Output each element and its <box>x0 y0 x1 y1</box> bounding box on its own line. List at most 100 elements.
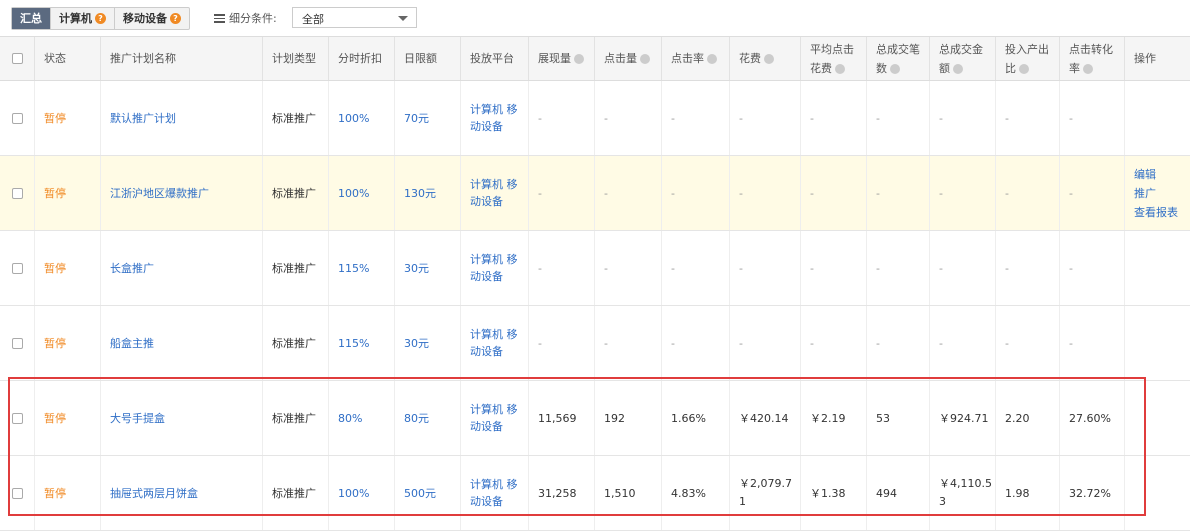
row-checkbox[interactable] <box>11 412 23 424</box>
help-icon[interactable] <box>640 53 650 64</box>
cell-daily-limit: 80元 <box>394 381 460 455</box>
cvr-value: - <box>1069 261 1073 275</box>
ctr-value: - <box>671 261 675 275</box>
discount-link[interactable]: 100% <box>338 112 369 125</box>
help-icon[interactable] <box>707 53 717 64</box>
platform-link[interactable]: 计算机 移动设备 <box>470 176 518 210</box>
cell-operations <box>1124 456 1190 530</box>
ctr-value: 4.83% <box>671 486 706 500</box>
status-text[interactable]: 暂停 <box>44 485 66 501</box>
header-label: 花费 <box>739 52 761 65</box>
gmv-line1: ￥4,110.5 <box>939 477 992 490</box>
plan-name-link[interactable]: 长盒推广 <box>110 260 154 276</box>
impressions-value: 31,258 <box>538 486 577 500</box>
cell-platform: 计算机 移动设备 <box>460 81 528 155</box>
cell-plan-type: 标准推广 <box>262 456 328 530</box>
platform-link[interactable]: 计算机 移动设备 <box>470 401 518 435</box>
cell-orders: 53 <box>866 381 929 455</box>
table-header: 状态 推广计划名称 计划类型 分时折扣 日限额 投放平台 展现量 点击量 点击率 花费 平均点击 花费… <box>0 36 1190 81</box>
help-icon[interactable]: ? <box>95 13 106 24</box>
cell-cvr: - <box>1059 306 1124 380</box>
help-icon[interactable] <box>890 63 900 74</box>
row-checkbox[interactable] <box>11 112 23 124</box>
orders-value: 494 <box>876 486 897 500</box>
cell-orders: - <box>866 306 929 380</box>
filter-select[interactable]: 全部 <box>292 7 417 28</box>
cell-gmv: - <box>929 81 995 155</box>
promote-link[interactable]: 推广 <box>1134 184 1156 203</box>
row-checkbox[interactable] <box>11 337 23 349</box>
row-checkbox[interactable] <box>11 262 23 274</box>
header-label: 点击率 <box>671 52 704 65</box>
table-row: 暂停 长盒推广 标准推广 115% 30元 计算机 移动设备 - - - - - - - - - <box>0 231 1190 306</box>
help-icon[interactable] <box>574 53 584 64</box>
help-icon[interactable] <box>835 63 845 74</box>
discount-link[interactable]: 100% <box>338 187 369 200</box>
platform-link[interactable]: 计算机 移动设备 <box>470 476 518 510</box>
plan-name-link[interactable]: 默认推广计划 <box>110 110 176 126</box>
clicks-value: - <box>604 261 608 275</box>
help-icon[interactable] <box>764 53 774 64</box>
limit-link[interactable]: 30元 <box>404 335 429 351</box>
cell-platform: 计算机 移动设备 <box>460 381 528 455</box>
status-text[interactable]: 暂停 <box>44 410 66 426</box>
tab-summary[interactable]: 汇总 <box>12 8 51 29</box>
row-checkbox[interactable] <box>11 487 23 499</box>
header-label: 平均点击 花费 <box>810 40 854 78</box>
limit-link[interactable]: 70元 <box>404 110 429 126</box>
header-impressions: 展现量 <box>528 37 594 80</box>
cell-time-discount: 115% <box>328 306 394 380</box>
help-icon[interactable] <box>1083 63 1093 74</box>
roi-value: 2.20 <box>1005 411 1030 425</box>
table-row: 暂停 船盒主推 标准推广 115% 30元 计算机 移动设备 - - - - - - - - - <box>0 306 1190 381</box>
platform-link[interactable]: 计算机 移动设备 <box>470 101 518 135</box>
row-checkbox[interactable] <box>11 187 23 199</box>
help-icon[interactable]: ? <box>170 13 181 24</box>
cell-select-all <box>0 231 34 305</box>
ctr-value: - <box>671 111 675 125</box>
plan-name-link[interactable]: 抽屉式两层月饼盒 <box>110 485 198 501</box>
platform-link[interactable]: 计算机 移动设备 <box>470 251 518 285</box>
tab-mobile[interactable]: 移动设备? <box>115 8 189 29</box>
discount-link[interactable]: 100% <box>338 487 369 500</box>
help-icon[interactable] <box>1019 63 1029 74</box>
cell-plan-name: 船盒主推 <box>100 306 262 380</box>
select-all-checkbox[interactable] <box>11 53 23 64</box>
header-label-line2: 比 <box>1005 61 1016 75</box>
ctr-value: - <box>671 186 675 200</box>
status-text[interactable]: 暂停 <box>44 260 66 276</box>
status-text[interactable]: 暂停 <box>44 110 66 126</box>
header-gmv: 总成交金额 <box>929 37 995 80</box>
discount-link[interactable]: 80% <box>338 412 362 425</box>
plan-name-link[interactable]: 船盒主推 <box>110 335 154 351</box>
cost-value: - <box>739 111 743 125</box>
limit-link[interactable]: 130元 <box>404 185 436 201</box>
status-text[interactable]: 暂停 <box>44 335 66 351</box>
cell-roi: - <box>995 156 1059 230</box>
list-icon <box>214 13 225 23</box>
limit-link[interactable]: 80元 <box>404 410 429 426</box>
plan-name-link[interactable]: 江浙沪地区爆款推广 <box>110 185 209 201</box>
plan-type-text: 标准推广 <box>272 337 316 350</box>
cell-impressions: - <box>528 156 594 230</box>
cell-clicks: - <box>594 156 661 230</box>
view-report-link[interactable]: 查看报表 <box>1134 203 1178 222</box>
cell-operations <box>1124 306 1190 380</box>
header-label: 操作 <box>1134 52 1156 65</box>
plan-name-link[interactable]: 大号手提盒 <box>110 410 165 426</box>
cell-operations <box>1124 81 1190 155</box>
tab-computer[interactable]: 计算机? <box>51 8 115 29</box>
platform-link[interactable]: 计算机 移动设备 <box>470 326 518 360</box>
cell-ctr: - <box>661 231 729 305</box>
header-label-line1: 总成交金 <box>939 42 983 56</box>
limit-link[interactable]: 30元 <box>404 260 429 276</box>
help-icon[interactable] <box>953 63 963 74</box>
limit-link[interactable]: 500元 <box>404 485 436 501</box>
table-row: 暂停 大号手提盒 标准推广 80% 80元 计算机 移动设备 11,569 192 1.66% ￥… <box>0 381 1190 456</box>
discount-link[interactable]: 115% <box>338 262 369 275</box>
cell-plan-name: 大号手提盒 <box>100 381 262 455</box>
header-label: 点击转化率 <box>1069 40 1113 78</box>
discount-link[interactable]: 115% <box>338 337 369 350</box>
status-text[interactable]: 暂停 <box>44 185 66 201</box>
edit-link[interactable]: 编辑 <box>1134 165 1156 184</box>
